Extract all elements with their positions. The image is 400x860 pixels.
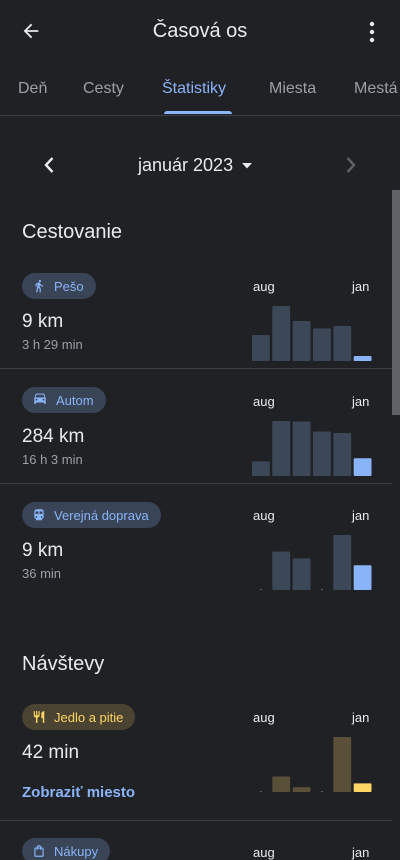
chart-bar [272, 421, 291, 476]
food-bar-chart [259, 737, 372, 792]
dropdown-arrow-icon [242, 162, 253, 168]
chart-bar [333, 535, 352, 590]
tab-places[interactable]: Miesta [269, 80, 316, 98]
car-chip: Autom [22, 387, 106, 413]
month-label: január 2023 [138, 155, 234, 175]
transit-duration: 36 min [22, 566, 62, 581]
walking-chip: Pešo [22, 273, 96, 299]
chevron-right-icon [346, 157, 356, 173]
tab-cities[interactable]: Mestá [354, 80, 398, 98]
chart-bar [272, 551, 291, 590]
tab-day[interactable]: Deň [18, 80, 47, 98]
walking-distance: 9 km [22, 311, 64, 332]
food-chip: Jedlo a pitie [22, 704, 136, 730]
chart-start-label: aug [253, 508, 275, 523]
food-duration: 42 min [22, 742, 80, 763]
page-title: Časová os [152, 20, 248, 42]
transit-chip: Verejná doprava [22, 502, 161, 528]
chart-bar [313, 431, 331, 476]
walking-card[interactable]: Pešo 9 km 3 h 29 min aug jan [0, 255, 392, 369]
shopping-chip-label: Nákupy [54, 843, 99, 859]
view-place-link[interactable]: Zobraziť miesto [22, 784, 135, 801]
chart-bar [292, 558, 311, 590]
more-vert-icon [369, 21, 375, 43]
chart-bar [292, 421, 311, 476]
walking-chip-label: Pešo [54, 278, 84, 294]
tab-trips[interactable]: Cesty [83, 80, 124, 98]
chart-bar-current [353, 458, 372, 476]
chart-bar-current [353, 783, 372, 792]
chart-bar [252, 335, 270, 361]
chart-bar [333, 737, 352, 792]
chart-bar [272, 306, 291, 361]
walk-icon [35, 279, 44, 293]
tab-bar: Deň Cesty Štatistiky Miesta Mestá [0, 62, 400, 116]
shopping-bag-icon [34, 845, 44, 857]
chart-start-label: aug [253, 845, 275, 860]
chart-bar-empty [259, 589, 262, 590]
car-bar-chart [252, 421, 372, 476]
scrollbar-thumb[interactable] [392, 190, 400, 415]
chart-bar [313, 328, 331, 361]
chart-bar [292, 787, 311, 792]
visits-section-title: Návštevy [22, 653, 105, 675]
chart-bar-current [353, 565, 372, 590]
transit-chip-label: Verejná doprava [54, 507, 149, 523]
car-duration: 16 h 3 min [22, 452, 83, 467]
app-bar: Časová os [0, 0, 400, 62]
chart-start-label: aug [253, 710, 275, 725]
chart-bar-empty [259, 791, 262, 792]
chart-bar-empty [320, 791, 323, 792]
chart-bar [252, 461, 270, 476]
chart-bar-empty [320, 589, 323, 590]
active-tab-indicator [164, 111, 232, 114]
car-chip-label: Autom [56, 392, 94, 408]
month-navigator: január 2023 [0, 145, 400, 185]
train-icon [34, 509, 44, 521]
chart-end-label: jan [352, 508, 370, 523]
food-chip-label: Jedlo a pitie [54, 709, 124, 725]
tab-statistics[interactable]: Štatistiky [162, 80, 226, 98]
next-month-button[interactable] [340, 153, 362, 177]
walking-duration: 3 h 29 min [22, 337, 83, 352]
travel-section-title: Cestovanie [22, 221, 123, 243]
car-icon [34, 393, 46, 404]
car-card[interactable]: Autom 284 km 16 h 3 min aug jan [0, 369, 392, 484]
shopping-card[interactable]: Nákupy aug jan [0, 821, 392, 860]
shopping-chip: Nákupy [22, 838, 111, 860]
restaurant-icon [33, 711, 45, 723]
chart-bar [272, 776, 291, 792]
transit-distance: 9 km [22, 540, 64, 561]
chart-end-label: jan [352, 845, 370, 860]
chart-bar [333, 433, 352, 476]
previous-month-button[interactable] [38, 153, 60, 177]
transit-bar-chart [259, 535, 372, 590]
chart-bar [333, 326, 352, 361]
chart-end-label: jan [352, 279, 370, 294]
month-selector[interactable]: január 2023 [138, 155, 253, 176]
chart-end-label: jan [352, 710, 370, 725]
chart-bar-current [353, 356, 372, 361]
walking-bar-chart [252, 306, 372, 361]
chart-start-label: aug [253, 279, 275, 294]
car-distance: 284 km [22, 426, 85, 447]
chart-end-label: jan [352, 394, 370, 409]
transit-card[interactable]: Verejná doprava 9 km 36 min aug jan [0, 484, 392, 599]
food-card[interactable]: Jedlo a pitie 42 min Zobraziť miesto aug… [0, 688, 392, 821]
chevron-left-icon [44, 157, 54, 173]
chart-start-label: aug [253, 394, 275, 409]
more-options-button[interactable] [364, 18, 380, 46]
chart-bar [292, 321, 311, 361]
